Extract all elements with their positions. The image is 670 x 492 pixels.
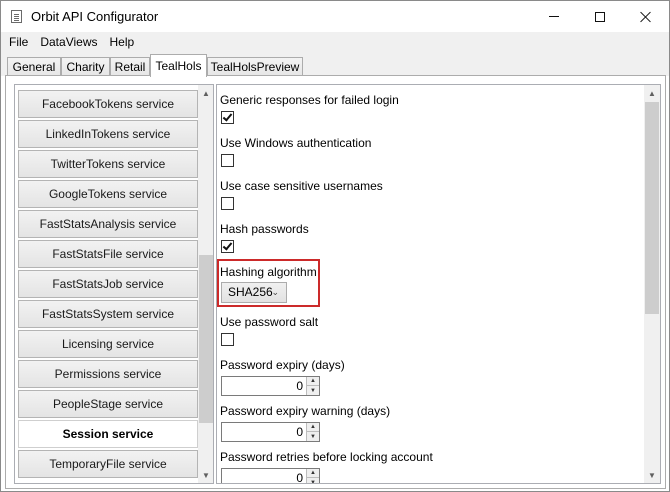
windows-auth-checkbox[interactable] (221, 154, 234, 167)
service-item-faststatsfile[interactable]: FastStatsFile service (18, 240, 198, 268)
scroll-thumb[interactable] (645, 102, 659, 314)
spin-up-icon[interactable]: ▲ (307, 423, 319, 432)
password-expiry-warning-value: 0 (296, 425, 303, 439)
tab-general[interactable]: General (7, 57, 61, 77)
service-item-googletokens[interactable]: GoogleTokens service (18, 180, 198, 208)
windows-auth-label: Use Windows authentication (220, 136, 372, 150)
settings-panel: Generic responses for failed login Use W… (216, 84, 661, 484)
password-salt-checkbox[interactable] (221, 333, 234, 346)
menu-file[interactable]: File (3, 32, 34, 52)
scroll-up-arrow-icon[interactable]: ▲ (198, 85, 213, 101)
service-item-faststatsanalysis[interactable]: FastStatsAnalysis service (18, 210, 198, 238)
password-expiry-stepper[interactable]: 0 ▲ ▼ (221, 376, 320, 396)
service-item-temporaryfile[interactable]: TemporaryFile service (18, 450, 198, 478)
app-window: Orbit API Configurator File DataViews He… (0, 0, 670, 492)
scroll-up-arrow-icon[interactable]: ▲ (644, 85, 660, 101)
password-salt-label: Use password salt (220, 315, 319, 329)
hashing-algorithm-value: SHA256 (228, 285, 273, 299)
password-expiry-warning-label: Password expiry warning (days) (220, 404, 391, 418)
tab-charity[interactable]: Charity (61, 57, 110, 77)
title-bar: Orbit API Configurator (1, 1, 669, 32)
spin-down-icon[interactable]: ▼ (307, 386, 319, 395)
spinner: ▲ ▼ (306, 377, 319, 395)
password-expiry-value: 0 (296, 379, 303, 393)
spinner: ▲ ▼ (306, 469, 319, 483)
spin-down-icon[interactable]: ▼ (307, 478, 319, 483)
service-item-peoplestage[interactable]: PeopleStage service (18, 390, 198, 418)
password-retries-value: 0 (296, 471, 303, 484)
checkmark-icon (222, 111, 233, 122)
menu-bar: File DataViews Help (1, 32, 669, 52)
password-expiry-warning-stepper[interactable]: 0 ▲ ▼ (221, 422, 320, 442)
maximize-icon (595, 11, 605, 22)
spin-up-icon[interactable]: ▲ (307, 469, 319, 478)
hashing-algorithm-dropdown[interactable]: SHA256 ⌄ (221, 282, 287, 303)
spin-up-icon[interactable]: ▲ (307, 377, 319, 386)
settings-panel-scrollbar[interactable]: ▲ ▼ (644, 85, 660, 483)
tab-tealholspreview[interactable]: TealHolsPreview (207, 57, 303, 77)
spinner: ▲ ▼ (306, 423, 319, 441)
service-item-faststatssystem[interactable]: FastStatsSystem service (18, 300, 198, 328)
minimize-button[interactable] (531, 1, 577, 32)
tab-retail[interactable]: Retail (110, 57, 150, 77)
scroll-down-arrow-icon[interactable]: ▼ (198, 467, 213, 483)
case-sensitive-label: Use case sensitive usernames (220, 179, 383, 193)
scroll-down-arrow-icon[interactable]: ▼ (644, 467, 660, 483)
password-expiry-label: Password expiry (days) (220, 358, 345, 372)
service-item-linkedintokens[interactable]: LinkedInTokens service (18, 120, 198, 148)
service-item-permissions[interactable]: Permissions service (18, 360, 198, 388)
minimize-icon (549, 16, 559, 17)
service-item-licensing[interactable]: Licensing service (18, 330, 198, 358)
spin-down-icon[interactable]: ▼ (307, 432, 319, 441)
service-list: FacebookTokens service LinkedInTokens se… (14, 84, 214, 484)
service-item-twittertokens[interactable]: TwitterTokens service (18, 150, 198, 178)
close-icon (640, 11, 652, 23)
menu-dataviews[interactable]: DataViews (34, 32, 103, 52)
chevron-down-icon: ⌄ (271, 287, 279, 297)
password-retries-label: Password retries before locking account (220, 450, 433, 464)
case-sensitive-checkbox[interactable] (221, 197, 234, 210)
maximize-button[interactable] (577, 1, 623, 32)
close-button[interactable] (623, 1, 669, 32)
menu-help[interactable]: Help (103, 32, 140, 52)
password-retries-stepper[interactable]: 0 ▲ ▼ (221, 468, 320, 484)
service-list-scrollbar[interactable]: ▲ ▼ (198, 85, 213, 483)
generic-responses-checkbox[interactable] (221, 111, 234, 124)
service-item-faststatsjob[interactable]: FastStatsJob service (18, 270, 198, 298)
tab-content: FacebookTokens service LinkedInTokens se… (5, 75, 666, 489)
generic-responses-label: Generic responses for failed login (220, 93, 399, 107)
window-title: Orbit API Configurator (31, 9, 159, 24)
document-icon (11, 10, 23, 24)
hashing-algorithm-label: Hashing algorithm (220, 265, 317, 279)
hash-passwords-checkbox[interactable] (221, 240, 234, 253)
service-item-facebooktokens[interactable]: FacebookTokens service (18, 90, 198, 118)
scroll-thumb[interactable] (199, 255, 213, 423)
tab-strip: General Charity Retail TealHols TealHols… (1, 52, 669, 77)
hash-passwords-label: Hash passwords (220, 222, 309, 236)
checkmark-icon (222, 240, 233, 251)
tab-tealhols[interactable]: TealHols (150, 54, 207, 77)
service-item-session[interactable]: Session service (18, 420, 198, 448)
